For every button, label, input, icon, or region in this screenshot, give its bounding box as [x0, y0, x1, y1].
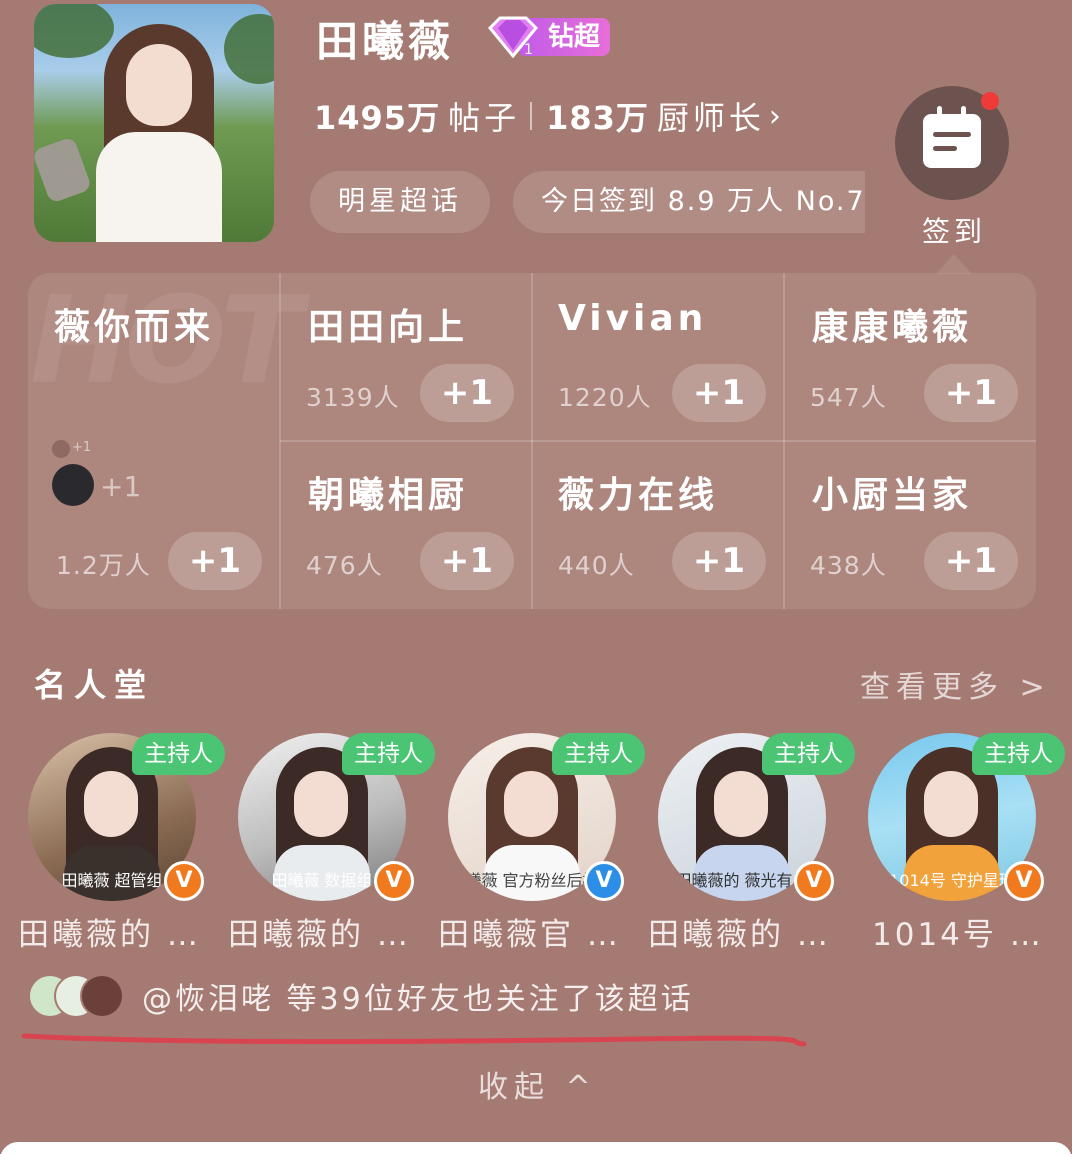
host-tag: 主持人: [342, 733, 435, 775]
group-name[interactable]: 康康曦薇: [812, 298, 972, 350]
avatar-shirt: [96, 132, 222, 242]
palm-tree-decoration: [34, 4, 114, 58]
member-plus-small: +1: [72, 440, 92, 455]
verified-icon: V: [794, 861, 834, 901]
friends-following-text[interactable]: @恢泪咾 等39位好友也关注了该超话: [142, 974, 694, 1018]
category-chip[interactable]: 明星超话: [310, 171, 490, 233]
host-card[interactable]: 田曦薇 数据组 主持人 V 田曦薇的 …: [228, 733, 448, 953]
topic-stats[interactable]: 1495万 帖子 183万 厨师长 ›: [314, 92, 781, 140]
host-card[interactable]: 田曦薇的 薇光有星 主持人 V 田曦薇的 …: [648, 733, 868, 953]
group-count-featured: 1.2万人: [56, 551, 151, 580]
posts-count: 1495万: [314, 99, 441, 137]
member-plus: +1: [100, 470, 142, 503]
diamond-icon: 1: [487, 16, 539, 58]
badge-level: 1: [524, 42, 533, 58]
handheld-fan: [34, 136, 93, 204]
host-name[interactable]: 1014号 …: [872, 909, 1072, 954]
content-sheet-edge: [0, 1142, 1072, 1154]
posts-label: 帖子: [448, 99, 521, 137]
panel-pointer: [936, 254, 972, 274]
calendar-icon: [923, 106, 981, 168]
host-card[interactable]: 1014号 守护星球 主持人 V 1014号 …: [868, 733, 1072, 953]
chevron-right-icon: ›: [768, 98, 781, 134]
host-tag: 主持人: [552, 733, 645, 775]
friend-avatar[interactable]: [80, 974, 124, 1018]
host-card[interactable]: 田曦薇 官方粉丝后援会 主持人 V 田曦薇官 …: [438, 733, 658, 953]
host-tag: 主持人: [762, 733, 855, 775]
avatar-face: [126, 44, 192, 126]
join-button[interactable]: +1: [672, 532, 766, 590]
checkin-rank-chip[interactable]: 今日签到 8.9 万人 No.70: [513, 171, 865, 233]
join-button[interactable]: +1: [420, 364, 514, 422]
hall-of-fame-title: 名人堂: [34, 666, 155, 704]
palm-tree-decoration: [224, 14, 274, 84]
group-name[interactable]: 田田向上: [308, 298, 468, 350]
group-name[interactable]: 小厨当家: [812, 466, 972, 518]
signin-button[interactable]: [895, 86, 1009, 200]
topic-avatar[interactable]: [34, 4, 274, 242]
host-tag: 主持人: [972, 733, 1065, 775]
host-name[interactable]: 田曦薇的 …: [18, 909, 218, 954]
handdrawn-underline: [21, 1033, 807, 1047]
join-button[interactable]: +1: [924, 532, 1018, 590]
stats-divider: [530, 102, 533, 130]
host-card[interactable]: 田曦薇 超管组 主持人 V 田曦薇的 …: [18, 733, 238, 953]
grid-divider: [280, 440, 1036, 442]
collapse-button[interactable]: 收起 ^: [478, 1062, 597, 1106]
verified-icon: V: [584, 861, 624, 901]
member-avatar-small: [52, 440, 70, 458]
signin-label[interactable]: 签到: [922, 210, 986, 250]
host-name[interactable]: 田曦薇的 …: [228, 909, 428, 954]
super-badge[interactable]: 1 钻超: [484, 16, 616, 58]
verified-icon: V: [1004, 861, 1044, 901]
group-name-featured[interactable]: 薇你而来: [54, 298, 214, 350]
view-more-link[interactable]: 查看更多 >: [860, 662, 1051, 706]
notification-dot: [981, 92, 999, 110]
host-name[interactable]: 田曦薇官 …: [438, 909, 638, 954]
group-name[interactable]: 薇力在线: [558, 466, 718, 518]
group-name[interactable]: Vivian: [558, 298, 707, 339]
group-name[interactable]: 朝曦相厨: [308, 466, 468, 518]
group-count: 1220人: [558, 383, 652, 412]
host-tag: 主持人: [132, 733, 225, 775]
group-count: 547人: [810, 383, 887, 412]
fans-label: 厨师长: [656, 99, 765, 137]
group-count: 438人: [810, 551, 887, 580]
host-name[interactable]: 田曦薇的 …: [648, 909, 848, 954]
group-count: 440人: [558, 551, 635, 580]
join-button[interactable]: +1: [672, 364, 766, 422]
group-count: 3139人: [306, 383, 400, 412]
verified-icon: V: [374, 861, 414, 901]
member-avatar: [52, 464, 94, 506]
join-button[interactable]: +1: [168, 532, 262, 590]
topic-name: 田曦薇: [316, 17, 455, 66]
fans-count: 183万: [546, 99, 649, 137]
join-button[interactable]: +1: [924, 364, 1018, 422]
join-button[interactable]: +1: [420, 532, 514, 590]
verified-icon: V: [164, 861, 204, 901]
group-count: 476人: [306, 551, 383, 580]
